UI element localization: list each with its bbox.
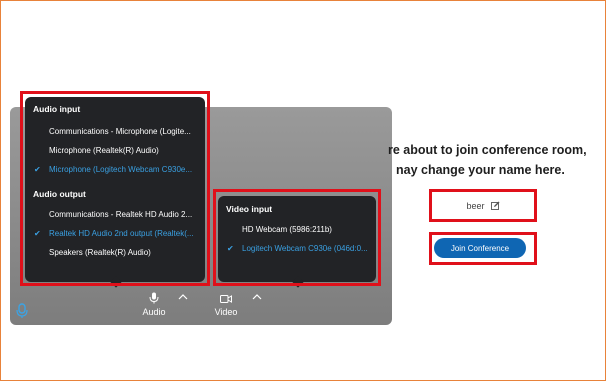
join-conference-button[interactable]: Join Conference	[434, 238, 526, 258]
video-input-item-selected[interactable]: ✔ Logitech Webcam C930e (046d:0...	[218, 239, 376, 258]
video-input-item[interactable]: HD Webcam (5986:211b)	[218, 220, 376, 239]
video-menu-chevron-up-icon[interactable]	[252, 292, 262, 303]
audio-device-menu: Audio input Communications - Microphone …	[25, 97, 205, 288]
join-message-line1: re about to join conference room,	[388, 143, 587, 157]
microphone-icon	[134, 292, 174, 307]
checkmark-icon: ✔	[227, 244, 234, 253]
video-label: Video	[214, 307, 238, 317]
audio-button[interactable]: Audio	[134, 292, 174, 317]
microphone-status-icon	[16, 303, 30, 319]
audio-output-heading: Audio output	[33, 189, 86, 199]
display-name-field[interactable]: beer	[433, 193, 533, 219]
audio-input-item-selected[interactable]: ✔ Microphone (Logitech Webcam C930e...	[25, 160, 205, 179]
audio-input-item[interactable]: Microphone (Realtek(R) Audio)	[25, 141, 205, 160]
edit-icon[interactable]	[490, 201, 500, 212]
audio-output-item[interactable]: Speakers (Realtek(R) Audio)	[25, 243, 205, 262]
audio-menu-chevron-up-icon[interactable]	[178, 292, 188, 303]
video-device-menu: Video input HD Webcam (5986:211b) ✔ Logit…	[218, 196, 376, 288]
display-name-value: beer	[466, 201, 485, 211]
join-message-line2: nay change your name here.	[396, 163, 565, 177]
checkmark-icon: ✔	[34, 229, 41, 238]
video-input-heading: Video input	[226, 204, 273, 214]
audio-input-item[interactable]: Communications - Microphone (Logite...	[25, 122, 205, 141]
audio-output-item[interactable]: Communications - Realtek HD Audio 2...	[25, 205, 205, 224]
video-button[interactable]: Video	[206, 294, 246, 317]
checkmark-icon: ✔	[34, 165, 41, 174]
audio-output-item-selected[interactable]: ✔ Realtek HD Audio 2nd output (Realtek(..…	[25, 224, 205, 243]
audio-input-heading: Audio input	[33, 104, 81, 114]
join-message: re about to join conference room, nay ch…	[388, 140, 608, 180]
camera-icon	[206, 294, 246, 307]
audio-label: Audio	[142, 307, 166, 317]
